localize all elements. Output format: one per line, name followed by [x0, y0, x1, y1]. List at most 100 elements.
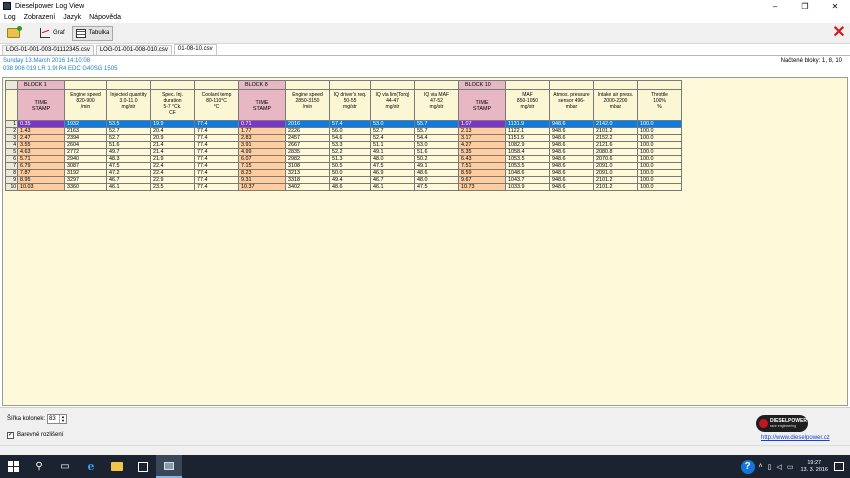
table-cell[interactable]: 2667: [285, 141, 330, 149]
column-header[interactable]: TIME STAMP: [17, 89, 65, 121]
timestamp-cell[interactable]: 2.47: [17, 134, 65, 142]
table-cell[interactable]: 948.6: [549, 127, 594, 135]
table-cell[interactable]: 3213: [285, 169, 330, 177]
table-cell[interactable]: 948.6: [549, 162, 594, 170]
timestamp-cell[interactable]: 2.83: [238, 134, 286, 142]
timestamp-cell[interactable]: 6.07: [238, 155, 286, 163]
table-row[interactable]: 7 6.79 3087 47.5 22.4 77.4 7.15 3108 50.5 47.5 49.…: [5, 162, 682, 170]
timestamp-cell[interactable]: 7.51: [458, 162, 506, 170]
table-cell[interactable]: 52.2: [329, 148, 371, 156]
table-cell[interactable]: 2142.0: [593, 120, 638, 128]
table-cell[interactable]: 1053.5: [505, 155, 550, 163]
table-cell[interactable]: 2982: [285, 155, 330, 163]
tray-chevron-icon[interactable]: ˄: [759, 463, 763, 470]
timestamp-cell[interactable]: 0.71: [238, 120, 286, 128]
table-cell[interactable]: 948.6: [549, 141, 594, 149]
timestamp-cell[interactable]: 4.27: [458, 141, 506, 149]
clock[interactable]: 19:27 13. 3. 2016: [800, 460, 828, 474]
table-cell[interactable]: 948.6: [549, 120, 594, 128]
table-cell[interactable]: 22.4: [150, 169, 195, 177]
row-number[interactable]: 5: [5, 148, 18, 156]
open-log-button[interactable]: [3, 26, 24, 41]
row-number[interactable]: 6: [5, 155, 18, 163]
column-header[interactable]: Engine speed 820-900/min: [64, 89, 107, 121]
table-cell[interactable]: 47.5: [414, 183, 459, 191]
table-cell[interactable]: 57.4: [329, 120, 371, 128]
table-cell[interactable]: 22.9: [150, 176, 195, 184]
table-cell[interactable]: 51.6: [414, 148, 459, 156]
table-cell[interactable]: 48.6: [329, 183, 371, 191]
table-cell[interactable]: 20.4: [150, 127, 195, 135]
table-cell[interactable]: 77.4: [194, 176, 239, 184]
table-cell[interactable]: 49.4: [329, 176, 371, 184]
table-cell[interactable]: 1131.9: [505, 120, 550, 128]
row-number[interactable]: 10: [5, 183, 18, 191]
column-header[interactable]: Spec. Inj. duration 5-7 °Ck. CF: [150, 89, 195, 121]
table-cell[interactable]: 100.0: [637, 127, 682, 135]
table-cell[interactable]: 52.7: [106, 134, 151, 142]
table-cell[interactable]: 21.4: [150, 141, 195, 149]
table-cell[interactable]: 2604: [64, 141, 107, 149]
table-cell[interactable]: 3402: [285, 183, 330, 191]
table-cell[interactable]: 2016: [285, 120, 330, 128]
table-cell[interactable]: 20.9: [150, 134, 195, 142]
close-log-icon[interactable]: ✕: [832, 25, 846, 41]
start-button[interactable]: [0, 455, 26, 478]
table-cell[interactable]: 23.5: [150, 183, 195, 191]
table-cell[interactable]: 2070.6: [593, 155, 638, 163]
table-cell[interactable]: 48.0: [370, 155, 415, 163]
column-header[interactable]: TIME STAMP: [238, 89, 286, 121]
table-cell[interactable]: 2101.2: [593, 176, 638, 184]
table-row[interactable]: 8 7.87 3192 47.2 22.4 77.4 8.23 3213 50.0 46.9 48.…: [5, 169, 682, 177]
table-button[interactable]: Tabulka: [71, 25, 114, 41]
column-header[interactable]: Atmos. pressure sensor 496- mbar: [549, 89, 594, 121]
timestamp-cell[interactable]: 1.43: [17, 127, 65, 135]
table-cell[interactable]: 46.9: [370, 169, 415, 177]
table-cell[interactable]: 56.0: [329, 127, 371, 135]
table-cell[interactable]: 77.4: [194, 134, 239, 142]
table-row[interactable]: 9 8.95 3297 46.7 22.9 77.4 9.31 3318 49.4 46.7 48.…: [5, 176, 682, 184]
column-header[interactable]: IQ via lim(Torq) 44-47 mg/str: [370, 89, 415, 121]
network-icon[interactable]: ▯: [768, 463, 772, 471]
table-cell[interactable]: 48.0: [414, 176, 459, 184]
row-number[interactable]: 9: [5, 176, 18, 184]
row-number[interactable]: 2: [5, 127, 18, 135]
task-view-icon[interactable]: ▭: [52, 455, 78, 478]
table-cell[interactable]: 2101.2: [593, 127, 638, 135]
table-cell[interactable]: 100.0: [637, 169, 682, 177]
minimize-button[interactable]: –: [760, 0, 790, 12]
table-cell[interactable]: 49.1: [370, 148, 415, 156]
row-number[interactable]: 7: [5, 162, 18, 170]
column-header[interactable]: IQ via MAF 47-52 mg/str: [414, 89, 459, 121]
table-cell[interactable]: 2226: [285, 127, 330, 135]
table-cell[interactable]: 51.3: [329, 155, 371, 163]
table-cell[interactable]: 2091.0: [593, 162, 638, 170]
file-tab-active[interactable]: 01-08-10.csv: [173, 44, 217, 55]
timestamp-cell[interactable]: 1.77: [238, 127, 286, 135]
table-cell[interactable]: 48.6: [414, 169, 459, 177]
table-cell[interactable]: 46.7: [370, 176, 415, 184]
table-cell[interactable]: 1932: [64, 120, 107, 128]
table-cell[interactable]: 55.7: [414, 127, 459, 135]
timestamp-cell[interactable]: 4.99: [238, 148, 286, 156]
timestamp-cell[interactable]: 3.17: [458, 134, 506, 142]
table-cell[interactable]: 1058.4: [505, 148, 550, 156]
table-cell[interactable]: 2152.2: [593, 134, 638, 142]
table-row[interactable]: 6 5.71 2940 48.3 21.9 77.4 6.07 2982 51.3 48.0 50.…: [5, 155, 682, 163]
timestamp-cell[interactable]: 6.79: [17, 162, 65, 170]
table-cell[interactable]: 3297: [64, 176, 107, 184]
timestamp-cell[interactable]: 7.15: [238, 162, 286, 170]
table-cell[interactable]: 2163: [64, 127, 107, 135]
table-cell[interactable]: 47.5: [106, 162, 151, 170]
table-cell[interactable]: 948.6: [549, 169, 594, 177]
table-cell[interactable]: 3192: [64, 169, 107, 177]
table-cell[interactable]: 948.6: [549, 148, 594, 156]
table-cell[interactable]: 53.5: [106, 120, 151, 128]
window-close-button[interactable]: ✕: [820, 0, 850, 12]
table-cell[interactable]: 77.4: [194, 183, 239, 191]
column-width-spinner[interactable]: ▲ ▼: [59, 415, 66, 423]
table-cell[interactable]: 1082.9: [505, 141, 550, 149]
table-cell[interactable]: 53.0: [414, 141, 459, 149]
table-cell[interactable]: 46.7: [106, 176, 151, 184]
menu-view[interactable]: Zobrazení: [24, 14, 56, 21]
